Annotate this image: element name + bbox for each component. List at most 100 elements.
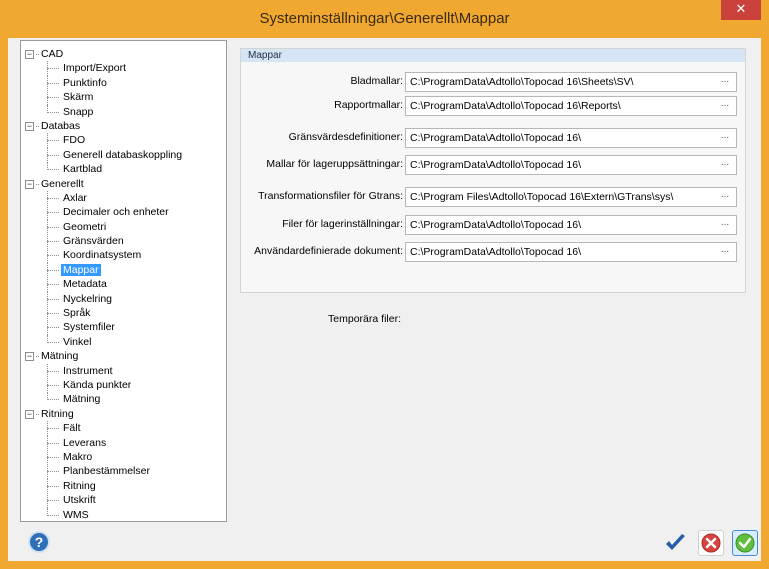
folder-path-value: C:\ProgramData\Adtollo\Topocad 16\	[410, 246, 582, 258]
settings-tree[interactable]: − CAD Import/Export Punktinfo Skärm Snapp − Dat…	[20, 40, 227, 522]
tree-connector	[47, 226, 59, 228]
collapse-toggle-icon[interactable]: −	[25, 409, 34, 419]
tree-connector	[47, 284, 59, 286]
tree-connector	[47, 514, 59, 516]
tree-item-label: Systemfiler	[63, 321, 115, 334]
folder-field-label: Gränsvärdesdefinitioner:	[288, 131, 403, 143]
tree-item[interactable]: Mappar	[21, 262, 226, 278]
folder-path-input[interactable]: C:\ProgramData\Adtollo\Topocad 16\...	[405, 155, 737, 175]
tree-item[interactable]: Systemfiler	[21, 320, 226, 336]
tree-connector	[47, 485, 59, 487]
browse-button[interactable]: ...	[717, 190, 733, 204]
tree-group-item[interactable]: − Databas	[21, 119, 226, 133]
tree-item[interactable]: WMS	[21, 507, 226, 522]
tree-item-label: Kända punkter	[63, 378, 132, 391]
tree-item-label: Punktinfo	[63, 76, 107, 89]
folder-path-input[interactable]: C:\ProgramData\Adtollo\Topocad 16\...	[405, 215, 737, 235]
tree-item[interactable]: Utskrift	[21, 493, 226, 509]
tree-connector	[47, 428, 59, 430]
browse-button[interactable]: ...	[717, 131, 733, 145]
folder-field-row: Användardefinierade dokument: C:\ProgramD…	[241, 242, 747, 262]
ok-button[interactable]	[662, 530, 688, 556]
folder-field-row: Transformationsfiler för Gtrans: C:\Progr…	[241, 187, 747, 207]
tree-connector	[47, 471, 59, 473]
tree-connector	[47, 82, 59, 84]
folder-path-input[interactable]: C:\ProgramData\Adtollo\Topocad 16\Sheets…	[405, 72, 737, 92]
folder-field-label: Mallar för lageruppsättningar:	[266, 158, 403, 170]
tree-item[interactable]: Skärm	[21, 90, 226, 106]
tree-item[interactable]: Geometri	[21, 219, 226, 235]
tree-item[interactable]: Metadata	[21, 277, 226, 293]
tree-group-item[interactable]: − CAD	[21, 47, 226, 61]
apply-button[interactable]	[732, 530, 758, 556]
tree-item[interactable]: Makro	[21, 449, 226, 465]
close-button[interactable]: ✕	[721, 0, 761, 20]
dialog-client: − CAD Import/Export Punktinfo Skärm Snapp − Dat…	[8, 38, 761, 561]
tree-item-label: Leverans	[63, 436, 107, 449]
close-icon: ✕	[735, 1, 747, 16]
tree-connector	[47, 370, 59, 372]
folder-field-label: Filer för lagerinställningar:	[282, 218, 403, 230]
tree-item-label: Vinkel	[63, 335, 92, 348]
tree-item-label: Nyckelring	[63, 292, 113, 305]
browse-button[interactable]: ...	[717, 158, 733, 172]
collapse-toggle-icon[interactable]: −	[25, 50, 34, 59]
tree-connector	[47, 169, 59, 171]
folder-path-input[interactable]: C:\ProgramData\Adtollo\Topocad 16\...	[405, 128, 737, 148]
tree-item-label: Mappar	[61, 263, 101, 276]
tree-item[interactable]: Språk	[21, 306, 226, 322]
tree-item[interactable]: Instrument	[21, 363, 226, 379]
tree-item[interactable]: Decimaler och enheter	[21, 205, 226, 221]
tree-item[interactable]: Kända punkter	[21, 377, 226, 393]
folder-path-input[interactable]: C:\ProgramData\Adtollo\Topocad 16\...	[405, 242, 737, 262]
folder-field-row: Bladmallar: C:\ProgramData\Adtollo\Topoca…	[241, 72, 747, 92]
folder-field-row: Gränsvärdesdefinitioner: C:\ProgramData\A…	[241, 128, 747, 148]
tree-item[interactable]: Generell databaskoppling	[21, 147, 226, 163]
tree-group-item[interactable]: − Mätning	[21, 349, 226, 363]
tree-connector	[47, 399, 59, 401]
tree-item-label: Skärm	[63, 91, 94, 104]
tree-group-item[interactable]: − Generellt	[21, 177, 226, 191]
tree-item-label: Axlar	[63, 191, 87, 204]
tree-connector	[47, 255, 59, 257]
tree-item[interactable]: Vinkel	[21, 334, 226, 349]
tree-item[interactable]: FDO	[21, 133, 226, 149]
tree-connector	[47, 384, 59, 386]
tree-item[interactable]: Gränsvärden	[21, 234, 226, 250]
collapse-toggle-icon[interactable]: −	[25, 352, 34, 362]
collapse-toggle-icon[interactable]: −	[25, 179, 34, 189]
tree-item[interactable]: Planbestämmelser	[21, 464, 226, 480]
tree-item[interactable]: Snapp	[21, 104, 226, 119]
tree-item[interactable]: Koordinatsystem	[21, 248, 226, 264]
tree-item[interactable]: Kartblad	[21, 162, 226, 176]
tree-item-label: Mätning	[41, 350, 79, 363]
tree-item-label: Kartblad	[63, 163, 103, 176]
folder-path-value: C:\ProgramData\Adtollo\Topocad 16\	[410, 219, 582, 231]
tree-item[interactable]: Fält	[21, 421, 226, 437]
tree-item-label: Makro	[63, 450, 93, 463]
browse-button[interactable]: ...	[717, 218, 733, 232]
tree-item[interactable]: Axlar	[21, 190, 226, 206]
browse-button[interactable]: ...	[717, 75, 733, 89]
tree-connector	[36, 356, 39, 358]
tree-item-label: Import/Export	[63, 62, 127, 75]
tree-group-item[interactable]: − Ritning	[21, 407, 226, 421]
tree-connector	[36, 54, 39, 55]
cancel-button[interactable]	[698, 530, 724, 556]
tree-item-label: Snapp	[63, 105, 94, 118]
collapse-toggle-icon[interactable]: −	[25, 121, 34, 131]
tree-item[interactable]: Mätning	[21, 392, 226, 406]
cancel-x-icon	[701, 533, 721, 553]
tree-item[interactable]: Nyckelring	[21, 291, 226, 307]
browse-button[interactable]: ...	[717, 245, 733, 259]
tree-item[interactable]: Ritning	[21, 478, 226, 494]
folder-path-input[interactable]: C:\ProgramData\Adtollo\Topocad 16\Report…	[405, 96, 737, 116]
tree-item-label: Gränsvärden	[63, 235, 124, 248]
help-button[interactable]: ?	[28, 531, 50, 553]
tree-item[interactable]: Punktinfo	[21, 75, 226, 91]
folder-path-input[interactable]: C:\Program Files\Adtollo\Topocad 16\Exte…	[405, 187, 737, 207]
tree-item[interactable]: Leverans	[21, 435, 226, 451]
tree-item-label: Fält	[63, 422, 81, 435]
tree-item[interactable]: Import/Export	[21, 61, 226, 77]
browse-button[interactable]: ...	[717, 99, 733, 113]
